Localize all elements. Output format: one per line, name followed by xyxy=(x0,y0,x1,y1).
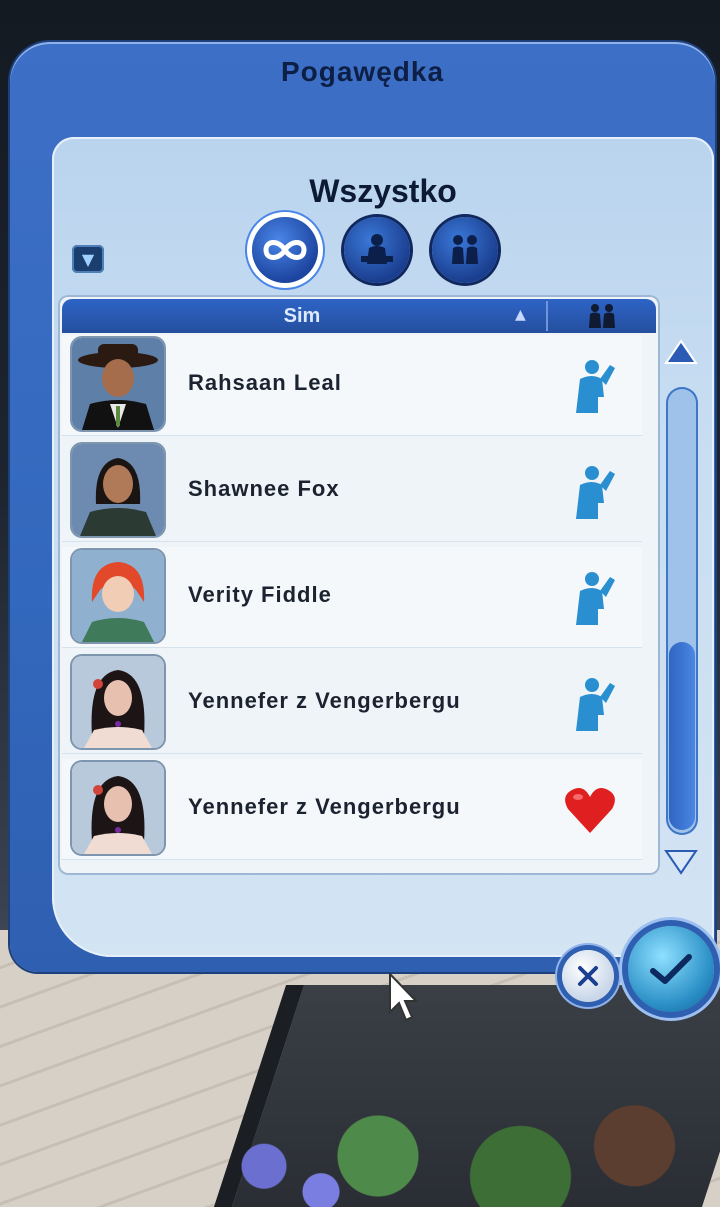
checkmark-icon xyxy=(650,954,692,984)
confirm-button[interactable] xyxy=(628,926,714,1012)
chat-dialog: Pogawędka Wszystko ▼ Sim ▲ Rahsaan Leal … xyxy=(10,42,715,972)
sim-name: Yennefer z Vengerbergu xyxy=(188,688,461,713)
column-header-sim[interactable]: Sim xyxy=(62,299,542,333)
sim-name: Shawnee Fox xyxy=(188,476,340,501)
dialog-title: Pogawędka xyxy=(280,56,445,87)
cancel-button[interactable] xyxy=(562,950,614,1002)
dialog-content: Wszystko ▼ Sim ▲ Rahsaan Leal Shawnee Fo… xyxy=(52,137,714,957)
avatar xyxy=(72,550,164,642)
waving-sim-icon xyxy=(576,466,615,519)
mouse-cursor-icon xyxy=(389,972,418,1022)
sim-row[interactable]: Yennefer z Vengerbergu xyxy=(62,653,642,754)
waving-sim-icon xyxy=(576,360,615,413)
avatar xyxy=(72,444,164,536)
avatar xyxy=(72,656,164,748)
triangle-down-icon: ▼ xyxy=(81,249,95,269)
background-bush xyxy=(150,1105,720,1207)
couple-icon xyxy=(452,235,478,264)
scroll-up-button[interactable] xyxy=(664,337,698,367)
dropdown-toggle-button[interactable]: ▼ xyxy=(72,245,104,273)
filter-single-button[interactable] xyxy=(344,217,410,283)
sim-row[interactable]: Shawnee Fox xyxy=(62,441,642,542)
filter-couple-button[interactable] xyxy=(432,217,498,283)
sim-row[interactable]: Verity Fiddle xyxy=(62,547,642,648)
avatar xyxy=(72,762,164,854)
filter-title: Wszystko xyxy=(309,173,457,209)
column-header-relationship[interactable] xyxy=(548,299,656,333)
scrollbar-thumb[interactable] xyxy=(669,642,695,830)
filter-all-button[interactable] xyxy=(252,217,318,283)
scrollbar-track[interactable] xyxy=(666,387,698,835)
single-sim-icon xyxy=(361,234,393,264)
sim-row[interactable]: Yennefer z Vengerbergu xyxy=(62,759,642,860)
sort-ascending-icon: ▲ xyxy=(515,307,526,323)
couple-icon xyxy=(589,304,615,328)
infinity-icon xyxy=(263,240,307,260)
scroll-down-button[interactable] xyxy=(664,847,698,877)
close-icon xyxy=(578,966,598,986)
sim-row[interactable]: Rahsaan Leal xyxy=(62,335,642,436)
list-header: Sim ▲ xyxy=(62,299,656,333)
sim-list: Sim ▲ Rahsaan Leal Shawnee Fox Verity Fi… xyxy=(58,295,660,875)
waving-sim-icon xyxy=(576,678,615,731)
sim-name: Verity Fiddle xyxy=(188,582,332,607)
sim-name: Rahsaan Leal xyxy=(188,370,342,395)
sim-name: Yennefer z Vengerbergu xyxy=(188,794,461,819)
waving-sim-icon xyxy=(576,572,615,625)
avatar xyxy=(72,338,164,430)
heart-icon xyxy=(565,788,615,833)
